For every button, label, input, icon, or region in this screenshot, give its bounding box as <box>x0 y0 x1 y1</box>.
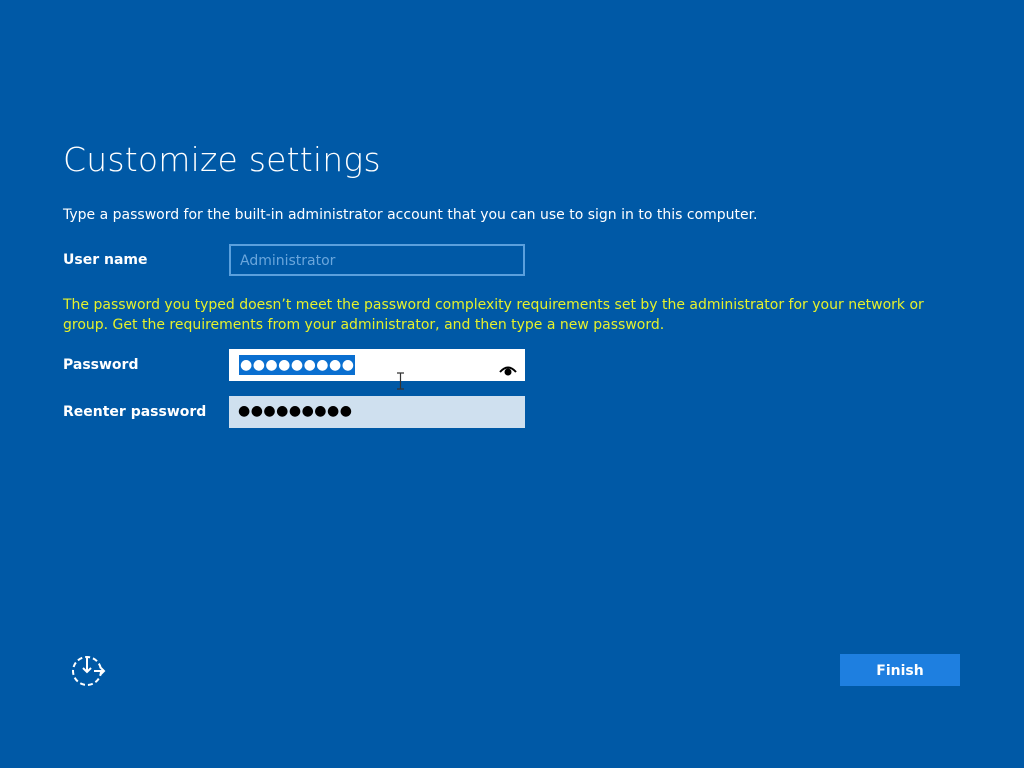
text-cursor-icon <box>396 372 405 390</box>
password-selected-text: ●●●●●●●●● <box>239 355 356 375</box>
reenter-password-field[interactable]: ●●●●●●●●● <box>229 396 525 428</box>
username-label: User name <box>63 252 148 268</box>
password-field[interactable]: ●●●●●●●●● <box>229 349 525 381</box>
page-title: Customize settings <box>63 140 381 179</box>
reenter-password-label: Reenter password <box>63 404 207 420</box>
ease-of-access-icon[interactable] <box>70 655 106 687</box>
username-field[interactable]: Administrator <box>229 244 525 276</box>
instruction-text: Type a password for the built-in adminis… <box>63 207 758 223</box>
password-label: Password <box>63 357 139 373</box>
eye-icon[interactable] <box>499 358 517 376</box>
password-warning-text: The password you typed doesn’t meet the … <box>63 297 924 333</box>
finish-button[interactable]: Finish <box>840 654 960 686</box>
